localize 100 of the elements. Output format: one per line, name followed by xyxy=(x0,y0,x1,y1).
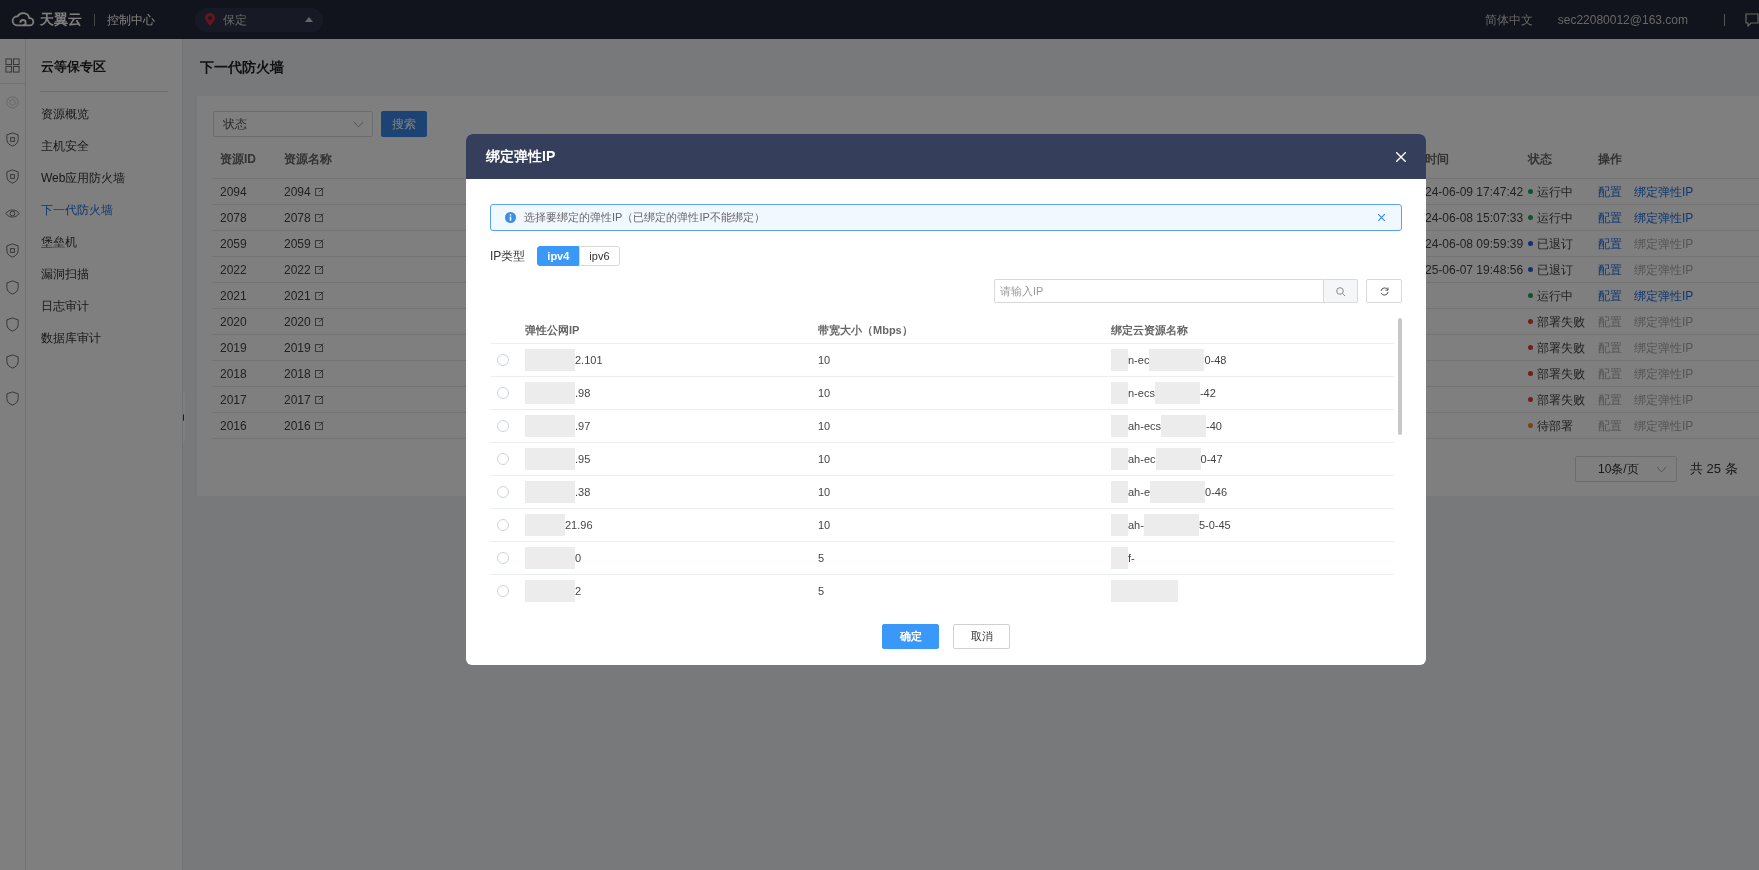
sidebar-item[interactable]: 堡垒机 xyxy=(40,225,168,258)
column-header: 资源ID xyxy=(220,150,256,168)
search-icon xyxy=(1336,286,1345,296)
console-link[interactable]: 控制中心 xyxy=(107,10,155,29)
table-cell-text: 2094 xyxy=(220,183,247,201)
table-cell-text: 2021 xyxy=(220,287,247,305)
chevron-down-icon xyxy=(354,121,363,127)
action-link[interactable]: 配置 xyxy=(1598,208,1622,227)
sidebar-item[interactable]: 资源概览 xyxy=(40,97,168,130)
action-link[interactable]: 绑定弹性IP xyxy=(1634,286,1694,305)
scrollbar-thumb[interactable] xyxy=(1398,318,1402,435)
table-cell-text: ah-ec xyxy=(1128,451,1156,467)
column-header: 时间 xyxy=(1425,150,1449,168)
table-cell: 25-06-07 19:48:56 xyxy=(1425,262,1524,277)
edit-icon[interactable] xyxy=(314,395,324,404)
search-button[interactable]: 搜索 xyxy=(381,111,427,137)
action-link[interactable]: 绑定弹性IP xyxy=(1634,182,1694,201)
action-link[interactable]: 配置 xyxy=(1598,234,1622,253)
language-selector[interactable]: 简体中文 xyxy=(1484,10,1533,29)
ip-type-tab[interactable]: ipv4 xyxy=(537,246,580,266)
grid-icon[interactable] xyxy=(5,57,20,73)
edit-icon[interactable] xyxy=(314,213,324,222)
edit-icon[interactable] xyxy=(314,239,324,248)
table-cell-text: 2019 xyxy=(284,339,311,357)
table-cell: 5 xyxy=(818,551,825,564)
table-cell-text: 0 xyxy=(575,550,582,566)
shield-icon[interactable] xyxy=(5,391,20,406)
table-cell-text: .38 xyxy=(575,484,591,500)
status-text: 部署失败 xyxy=(1537,339,1585,357)
caret-up-icon xyxy=(305,17,313,22)
edit-icon[interactable] xyxy=(314,317,324,326)
shield-icon[interactable] xyxy=(5,243,20,258)
page-size-select[interactable]: 10条/页 xyxy=(1575,456,1677,482)
action-link[interactable]: 配置 xyxy=(1598,182,1622,201)
column-header: 带宽大小（Mbps） xyxy=(818,323,914,339)
dialog-button[interactable]: 确定 xyxy=(882,624,939,649)
table-cell: 10 xyxy=(818,518,831,531)
chevron-down-icon xyxy=(1657,466,1666,472)
action-link[interactable]: 绑定弹性IP xyxy=(1634,208,1694,227)
table-cell-text: .97 xyxy=(575,418,591,434)
table-cell-text: 2078 xyxy=(284,209,311,227)
ip-type-label: IP类型 xyxy=(490,248,526,265)
table-cell-text: 2018 xyxy=(284,365,311,383)
edit-icon[interactable] xyxy=(314,265,324,274)
table-cell: 24-06-08 15:07:33 xyxy=(1425,210,1524,225)
sidebar-title: 云等保专区 xyxy=(40,57,168,92)
status-text: 部署失败 xyxy=(1537,391,1585,409)
region-selector[interactable]: 保定 xyxy=(195,7,323,32)
table-cell-text: 2017 xyxy=(220,391,247,409)
sidebar-item[interactable]: Web应用防火墙 xyxy=(40,161,168,194)
message-icon[interactable] xyxy=(1745,12,1759,27)
table-cell-text: .95 xyxy=(575,451,591,467)
ip-type-tab[interactable]: ipv6 xyxy=(579,246,620,266)
edit-icon[interactable] xyxy=(314,187,324,196)
eye-icon[interactable] xyxy=(5,206,20,221)
search-button[interactable] xyxy=(1324,279,1358,303)
sidebar-item[interactable]: 漏洞扫描 xyxy=(40,257,168,290)
dialog-title: 绑定弹性IP xyxy=(486,147,557,166)
status-text: 已退订 xyxy=(1537,235,1573,253)
column-header: 状态 xyxy=(1528,150,1552,168)
sidebar-item[interactable]: 主机安全 xyxy=(40,129,168,162)
status-select[interactable]: 状态 xyxy=(213,111,373,137)
table-cell-text: 2016 xyxy=(220,417,247,435)
sidebar-item[interactable]: 下一代防火墙 xyxy=(40,193,168,226)
sidebar-item[interactable]: 日志审计 xyxy=(40,289,168,322)
table-cell: 10 xyxy=(818,452,831,465)
shield-icon[interactable] xyxy=(5,317,20,332)
table-cell-text: ah-e xyxy=(1128,484,1151,500)
table-cell-text: 2094 xyxy=(284,183,311,201)
dialog-button[interactable]: 取消 xyxy=(953,624,1010,649)
edit-icon[interactable] xyxy=(314,343,324,352)
table-cell-text: 2022 xyxy=(220,261,247,279)
shield-icon[interactable] xyxy=(5,169,20,184)
table-cell-text: 0-46 xyxy=(1205,484,1228,500)
refresh-icon xyxy=(1379,286,1389,296)
shield-icon[interactable] xyxy=(5,354,20,369)
action-link[interactable]: 配置 xyxy=(1598,260,1622,279)
table-cell-text: n-ec xyxy=(1128,352,1150,368)
table-cell-text: f- xyxy=(1128,550,1135,566)
shield-icon[interactable] xyxy=(5,280,20,295)
account-email[interactable]: sec22080012@163.com xyxy=(1557,10,1688,29)
table-cell: 10 xyxy=(818,353,831,366)
refresh-button[interactable] xyxy=(1366,279,1402,303)
shield-icon[interactable] xyxy=(5,132,20,147)
table-cell: 5 xyxy=(818,584,825,597)
action-link[interactable]: 配置 xyxy=(1598,286,1622,305)
sidebar-item[interactable]: 数据库审计 xyxy=(40,321,168,354)
table-cell: 10 xyxy=(818,386,831,399)
edit-icon[interactable] xyxy=(314,369,324,378)
table-cell-text: 21.96 xyxy=(565,517,593,533)
table-cell-text: -42 xyxy=(1199,385,1216,401)
table-cell-text: 2017 xyxy=(284,391,311,409)
table-cell: 24-06-08 09:59:39 xyxy=(1425,236,1524,251)
edit-icon[interactable] xyxy=(314,421,324,430)
edit-icon[interactable] xyxy=(314,291,324,300)
ip-search-field[interactable]: 请输入IP xyxy=(994,279,1324,303)
total-count: 共 25 条 xyxy=(1690,460,1738,479)
table-cell-text: 0-47 xyxy=(1200,451,1223,467)
table-cell-text: 5-0-45 xyxy=(1198,517,1231,533)
table-cell-text: ah- xyxy=(1128,517,1144,533)
